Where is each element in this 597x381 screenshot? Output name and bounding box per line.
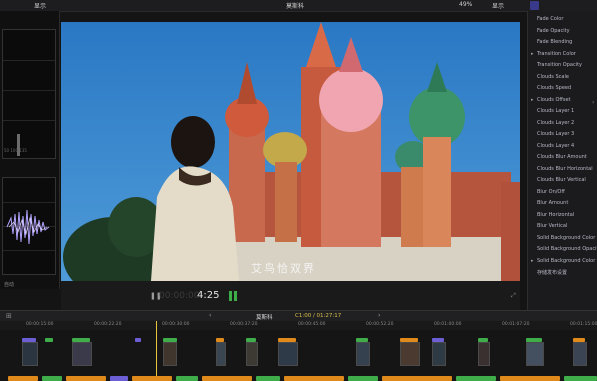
- waveform-trace: [6, 209, 50, 245]
- scope-bottom-label: 自动: [4, 282, 15, 288]
- subtitle-overlay: 艾鸟恰双界: [251, 262, 316, 275]
- clip-thumbnail[interactable]: [432, 342, 446, 366]
- histogram-scope: [2, 29, 56, 159]
- ruler-tick-label: 00:01:07:20: [502, 322, 530, 327]
- ruler-tick-label: 00:00:37:20: [230, 322, 258, 327]
- audio-clip[interactable]: [202, 376, 252, 381]
- back-arrow-icon[interactable]: ‹: [209, 312, 211, 319]
- viewer-frame-image: [61, 22, 520, 281]
- ruler-tick-label: 00:01:15:00: [570, 322, 597, 327]
- project-title: 莫斯科: [286, 3, 305, 10]
- playhead-line[interactable]: [156, 330, 157, 381]
- viewer-transport-bar: ❚❚ 00:00:00 4:25 ⤢: [61, 281, 520, 310]
- audio-meter-right: [234, 291, 237, 301]
- clip-thumbnail[interactable]: [22, 342, 38, 366]
- inspector-parameter[interactable]: Blur Amount: [537, 200, 568, 206]
- clip-thumbnail[interactable]: [163, 342, 177, 366]
- waveform-scope: [2, 177, 56, 275]
- clip-thumbnail[interactable]: [573, 342, 587, 366]
- disclosure-arrow-icon[interactable]: ▸: [531, 258, 534, 264]
- ruler-tick-label: 00:00:45:00: [298, 322, 326, 327]
- audio-clip[interactable]: [256, 376, 280, 381]
- inspector-parameter[interactable]: Clouds Offset: [537, 97, 571, 103]
- audio-clip[interactable]: [8, 376, 38, 381]
- playhead-marker[interactable]: [156, 321, 157, 330]
- audio-clip[interactable]: [42, 376, 62, 381]
- zoom-level[interactable]: 49%: [459, 1, 472, 8]
- ruler-tick-label: 00:00:30:00: [162, 322, 190, 327]
- inspector-parameter[interactable]: Clouds Blur Horizontal: [537, 166, 593, 172]
- clip-thumbnail[interactable]: [246, 342, 258, 366]
- scope-scale-labels: 50 100 135: [4, 148, 27, 153]
- inspector-parameter[interactable]: Transition Opacity: [537, 62, 582, 68]
- audio-clip[interactable]: [66, 376, 106, 381]
- audio-clip[interactable]: [176, 376, 198, 381]
- inspector-parameter[interactable]: Solid Background Color: [537, 258, 595, 264]
- inspector-parameter[interactable]: Clouds Scale: [537, 74, 569, 80]
- audio-clip[interactable]: [284, 376, 344, 381]
- viewer-display-menu[interactable]: 显示: [492, 1, 504, 10]
- ruler-tick-label: 00:00:22:20: [94, 322, 122, 327]
- top-bar: 显示 莫斯科 49% 显示: [0, 0, 597, 12]
- clip-thumbnail[interactable]: [526, 342, 544, 366]
- audio-clip[interactable]: [456, 376, 496, 381]
- timecode-prefix: 00:00:00: [159, 291, 200, 301]
- inspector-parameter[interactable]: Fade Color: [537, 16, 563, 22]
- disclosure-arrow-icon[interactable]: ▸: [531, 97, 534, 103]
- timeline-project-name[interactable]: 莫斯科: [256, 313, 273, 321]
- inspector-parameter[interactable]: Clouds Layer 2: [537, 120, 574, 126]
- timeline-duration: C1:00 / 01:27:17: [295, 313, 342, 319]
- inspector-toggle-icon[interactable]: [530, 1, 539, 10]
- timeline-tracks[interactable]: [0, 330, 597, 381]
- audio-clip[interactable]: [132, 376, 172, 381]
- inspector-parameter[interactable]: Fade Blending: [537, 39, 572, 45]
- disclosure-arrow-icon[interactable]: ▸: [531, 51, 534, 57]
- inspector-parameter[interactable]: Clouds Blur Vertical: [537, 177, 586, 183]
- inspector-parameter[interactable]: Clouds Blur Amount: [537, 154, 587, 160]
- clip-thumbnail[interactable]: [356, 342, 370, 366]
- inspector-parameter[interactable]: Transition Color: [537, 51, 576, 57]
- audio-clip[interactable]: [348, 376, 378, 381]
- inspector-parameter[interactable]: Solid Background Opacity: [537, 246, 597, 252]
- timecode-display[interactable]: 4:25: [197, 290, 219, 301]
- ruler-tick-label: 00:00:52:20: [366, 322, 394, 327]
- connected-clip[interactable]: [135, 338, 141, 342]
- inspector-parameter[interactable]: Clouds Speed: [537, 85, 571, 91]
- inspector-chevron-icon[interactable]: ›: [592, 99, 594, 106]
- inspector-parameter[interactable]: Clouds Layer 1: [537, 108, 574, 114]
- inspector-parameter[interactable]: 存储发布设置: [537, 269, 567, 276]
- clip-thumbnail[interactable]: [278, 342, 298, 366]
- clip-thumbnail[interactable]: [478, 342, 490, 366]
- inspector-parameter[interactable]: Clouds Layer 4: [537, 143, 574, 149]
- audio-meter-left: [229, 291, 232, 301]
- audio-clip[interactable]: [382, 376, 452, 381]
- connected-clip[interactable]: [45, 338, 53, 342]
- clip-thumbnail[interactable]: [216, 342, 226, 366]
- video-viewer[interactable]: 艾鸟恰双界: [61, 22, 520, 281]
- audio-clip[interactable]: [500, 376, 560, 381]
- audio-clip[interactable]: [110, 376, 128, 381]
- view-menu[interactable]: 显示: [34, 1, 46, 10]
- inspector-parameter[interactable]: Blur Horizontal: [537, 212, 574, 218]
- audio-clip[interactable]: [564, 376, 597, 381]
- inspector-parameter[interactable]: Solid Background Color: [537, 235, 595, 241]
- inspector-parameter[interactable]: Fade Opacity: [537, 28, 570, 34]
- video-scopes-panel: 50 100 135 自动: [0, 11, 60, 289]
- ruler-tick-label: 00:01:00:00: [434, 322, 462, 327]
- forward-arrow-icon[interactable]: ›: [378, 312, 380, 319]
- timeline-index-icon[interactable]: ⊞: [6, 312, 12, 320]
- inspector-panel: Fade Color Fade Opacity Fade Blending ▸ Tran…: [527, 11, 597, 310]
- clip-thumbnail[interactable]: [400, 342, 420, 366]
- clip-thumbnail[interactable]: [72, 342, 92, 366]
- inspector-parameter[interactable]: Clouds Layer 3: [537, 131, 574, 137]
- fullscreen-icon[interactable]: ⤢: [511, 292, 516, 300]
- ruler-tick-label: 00:00:15:00: [26, 322, 54, 327]
- inspector-parameter[interactable]: Blur Vertical: [537, 223, 567, 229]
- inspector-parameter[interactable]: Blur On/Off: [537, 189, 565, 195]
